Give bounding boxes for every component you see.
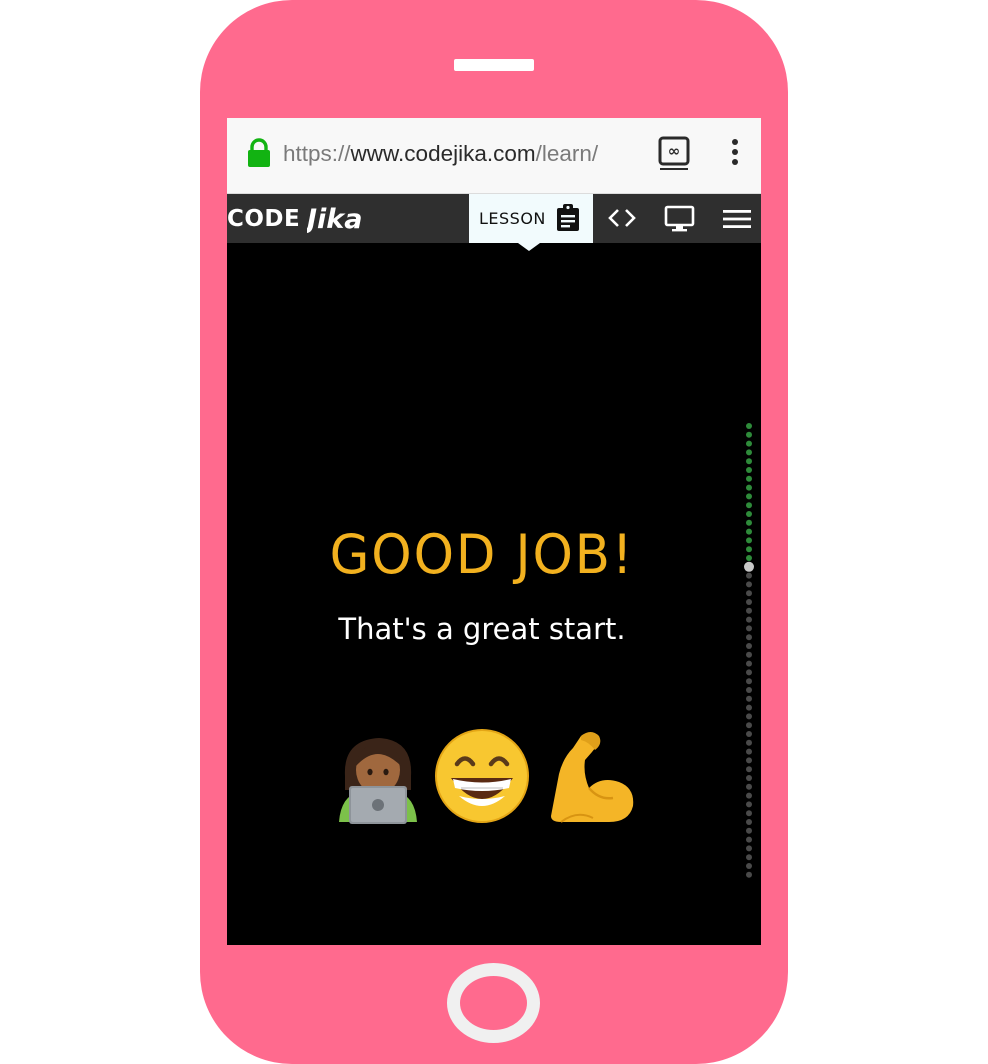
progress-step-dot[interactable] [746, 449, 752, 456]
progress-step-dot[interactable] [746, 616, 752, 623]
phone-speaker [454, 59, 534, 71]
progress-step-dot[interactable] [746, 845, 752, 852]
tab-count: ∞ [668, 142, 681, 160]
url-text[interactable]: https://www.codejika.com/learn/ [283, 138, 637, 170]
progress-step-dot[interactable] [746, 863, 752, 869]
phone-screen: https://www.codejika.com/learn/ ∞ CODE J… [227, 118, 761, 945]
progress-step-dot[interactable] [746, 423, 752, 429]
url-host: www.codejika.com [350, 141, 536, 166]
progress-step-dot[interactable] [746, 748, 752, 755]
progress-step-dot[interactable] [746, 634, 752, 641]
page-subtitle: That's a great start. [338, 612, 626, 646]
progress-step-dot[interactable] [746, 871, 752, 878]
progress-step-dot[interactable] [746, 511, 752, 517]
progress-step-dot[interactable] [746, 687, 752, 693]
progress-step-dot[interactable] [746, 731, 752, 737]
progress-step-dot[interactable] [746, 766, 752, 773]
page-title: GOOD JOB! [329, 523, 635, 586]
clipboard-icon [557, 204, 579, 231]
progress-step-dot[interactable] [746, 775, 752, 781]
progress-step-dot[interactable] [746, 651, 752, 658]
progress-step-dot[interactable] [746, 713, 752, 720]
progress-step-dot[interactable] [746, 475, 752, 482]
progress-step-dot[interactable] [746, 660, 752, 667]
lock-icon [248, 138, 270, 167]
monitor-preview-icon[interactable] [664, 205, 695, 232]
progress-step-dot[interactable] [746, 590, 752, 597]
progress-step-dot[interactable] [746, 819, 752, 825]
progress-step-dot[interactable] [746, 599, 752, 605]
logo-jika[interactable]: Jika [307, 201, 379, 235]
progress-step-dot[interactable] [746, 440, 752, 447]
progress-step-dot[interactable] [746, 484, 752, 491]
progress-step-dot[interactable] [746, 458, 752, 465]
tab-lesson-pointer [518, 243, 540, 251]
progress-step-dot[interactable] [746, 625, 752, 632]
progress-step-dot[interactable] [746, 546, 752, 553]
code-view-icon[interactable] [607, 206, 637, 230]
logo-code-text: CODE [227, 206, 301, 232]
progress-step-dot[interactable] [746, 757, 752, 764]
progress-step-dot[interactable] [746, 810, 752, 817]
url-path: /learn/ [535, 141, 599, 166]
progress-step-dot[interactable] [746, 581, 752, 588]
emoji-row [339, 729, 634, 824]
progress-step-dot[interactable] [746, 537, 752, 544]
site-navbar: CODE Jika LESSON [227, 194, 761, 243]
tab-lesson-label: LESSON [479, 209, 546, 228]
progress-step-dot[interactable] [746, 836, 752, 843]
progress-step-dot[interactable] [746, 669, 752, 676]
tab-lesson[interactable]: LESSON [469, 194, 593, 243]
logo-jika-text: Jika [307, 204, 362, 235]
grinning-face-emoji [435, 729, 529, 823]
progress-step-dot[interactable] [746, 854, 752, 861]
progress-step-dot[interactable] [746, 519, 752, 526]
progress-step-dot[interactable] [746, 431, 752, 438]
progress-step-dot[interactable] [746, 572, 752, 579]
progress-step-dot[interactable] [746, 739, 752, 746]
progress-step-dot[interactable] [746, 555, 752, 561]
progress-step-dot[interactable] [746, 792, 752, 799]
progress-step-dot[interactable] [746, 678, 752, 685]
flexed-biceps-emoji [551, 732, 634, 823]
progress-step-dot[interactable] [746, 643, 752, 649]
progress-step-dot[interactable] [746, 502, 752, 509]
hamburger-menu-icon[interactable] [723, 209, 751, 229]
tabs-switcher-icon[interactable]: ∞ [657, 135, 691, 171]
progress-step-dot[interactable] [746, 722, 752, 729]
browser-menu-icon[interactable] [725, 138, 745, 168]
progress-step-dot[interactable] [746, 607, 752, 614]
url-fade [597, 136, 643, 172]
browser-address-bar[interactable]: https://www.codejika.com/learn/ ∞ [227, 118, 761, 194]
progress-step-dot[interactable] [746, 783, 752, 790]
progress-step-dot[interactable] [746, 827, 752, 834]
progress-step-dot[interactable] [746, 467, 752, 473]
progress-step-dot[interactable] [746, 493, 752, 500]
progress-step-dot[interactable] [746, 695, 752, 702]
woman-technologist-emoji [339, 738, 417, 824]
progress-step-dot[interactable] [746, 801, 752, 808]
progress-step-current[interactable] [744, 561, 754, 572]
progress-step-dot[interactable] [746, 528, 752, 535]
lesson-progress-track[interactable] [744, 422, 754, 882]
url-scheme: https:// [283, 141, 351, 166]
progress-step-dot[interactable] [746, 704, 752, 711]
home-button[interactable] [447, 963, 540, 1043]
